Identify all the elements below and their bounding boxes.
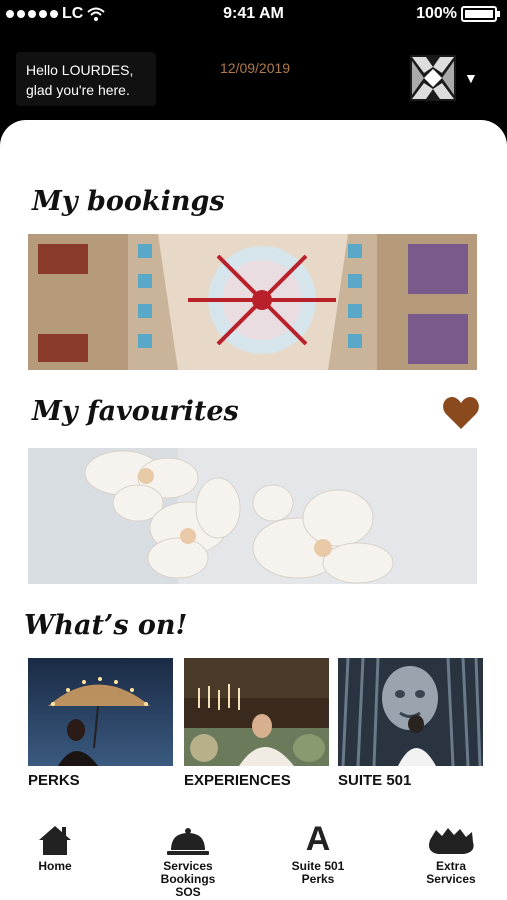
tab-extra-services[interactable]: Extra Services bbox=[396, 820, 506, 886]
tab-bar: Home Services Bookings SOS A Suite 501 P… bbox=[0, 820, 507, 900]
heart-icon[interactable] bbox=[442, 396, 480, 430]
experiences-tile-image[interactable] bbox=[184, 658, 329, 766]
bookings-title: My bookings bbox=[32, 186, 225, 217]
battery-label: 100% bbox=[416, 5, 457, 22]
favourites-banner-image[interactable] bbox=[28, 448, 477, 584]
bookings-banner-image[interactable] bbox=[28, 234, 477, 370]
whats-on-title: What’s on! bbox=[24, 610, 188, 641]
letter-a-icon: A bbox=[305, 820, 331, 858]
experiences-label[interactable]: EXPERIENCES bbox=[184, 772, 291, 789]
suite-501-label[interactable]: SUITE 501 bbox=[338, 772, 411, 789]
chevron-down-icon: ▼ bbox=[464, 70, 478, 86]
tab-home-label: Home bbox=[38, 859, 72, 873]
suite-501-tile-image[interactable] bbox=[338, 658, 483, 766]
battery-icon bbox=[461, 6, 500, 22]
cloud-icon bbox=[429, 828, 474, 854]
service-bell-icon bbox=[167, 828, 209, 855]
main-card: My bookings My favourites What’s on! PER… bbox=[0, 120, 507, 900]
greeting-box: Hello LOURDES, glad you're here. bbox=[16, 52, 156, 106]
logo-icon bbox=[410, 55, 456, 101]
account-menu-button[interactable]: ▼ bbox=[408, 46, 498, 110]
date-label: 12/09/2019 bbox=[220, 60, 291, 76]
home-icon bbox=[39, 826, 71, 855]
tab-suite-501-label2: Perks bbox=[301, 872, 335, 886]
tab-extra-label2: Services bbox=[426, 872, 476, 886]
perks-tile-image[interactable] bbox=[28, 658, 173, 766]
tab-services[interactable]: Services Bookings SOS bbox=[133, 820, 243, 899]
perks-label[interactable]: PERKS bbox=[28, 772, 80, 789]
tab-services-label3: SOS bbox=[175, 885, 201, 899]
greeting-line1: Hello LOURDES, bbox=[26, 62, 134, 78]
tab-home[interactable]: Home bbox=[0, 820, 110, 873]
status-right: 100% bbox=[416, 5, 500, 23]
status-bar: LC 9:41 AM 100% bbox=[0, 0, 507, 30]
greeting-line2: glad you're here. bbox=[26, 82, 130, 98]
tab-suite-501[interactable]: A Suite 501 Perks bbox=[263, 820, 373, 886]
favourites-title: My favourites bbox=[32, 396, 239, 427]
